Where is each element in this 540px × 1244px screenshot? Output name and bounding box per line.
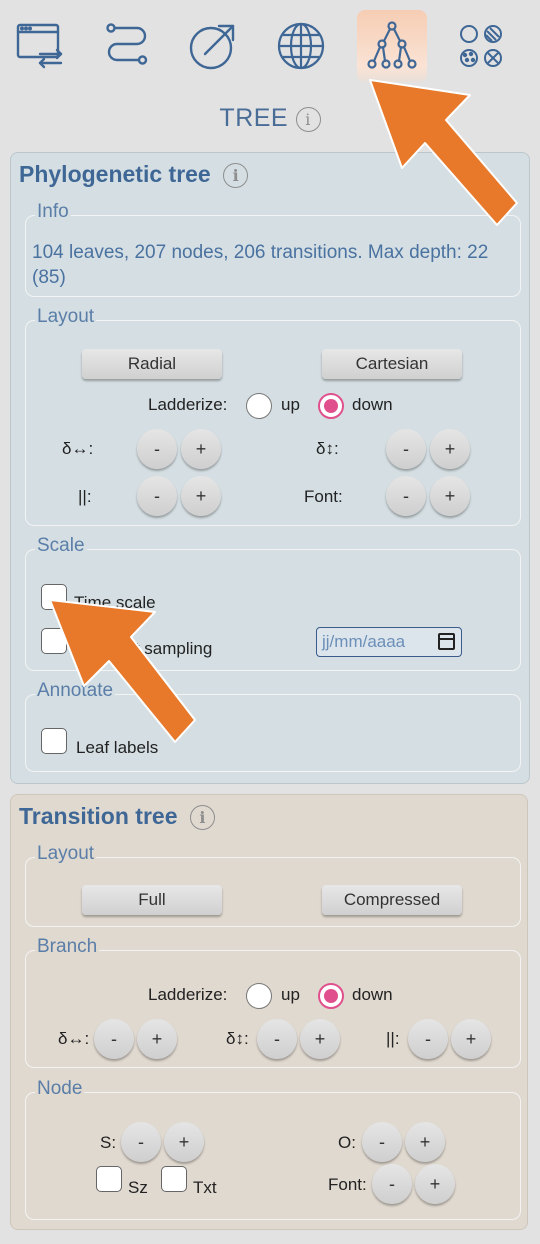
node-size-minus-button[interactable]: - <box>121 1122 161 1162</box>
branch-ladderize-label: Ladderize: <box>148 985 228 1004</box>
info-icon[interactable]: i <box>295 106 321 132</box>
phylogenetic-tree-panel: Phylogenetic tree i Info 104 leaves, 207… <box>10 152 530 784</box>
vertical-spacing-label: δ↕: <box>316 439 339 458</box>
branch-vertical-minus-button[interactable]: - <box>257 1019 297 1059</box>
compressed-button[interactable]: Compressed <box>322 885 462 915</box>
branch-horizontal-minus-button[interactable]: - <box>94 1019 134 1059</box>
full-button[interactable]: Full <box>82 885 222 915</box>
branch-ladderize-down-radio[interactable] <box>318 983 344 1009</box>
section-title: TREE i <box>0 104 540 133</box>
ladderize-up-label: up <box>281 395 300 414</box>
branch-horizontal-plus-button[interactable]: + <box>137 1019 177 1059</box>
tree-icon[interactable] <box>357 10 427 82</box>
annotate-fieldset: Annotate Leaf labels <box>25 680 521 772</box>
leaf-labels-checkbox[interactable] <box>41 728 67 754</box>
vertical-spacing-plus-button[interactable]: + <box>430 429 470 469</box>
layout-fieldset: Layout Radial Cartesian Ladderize: up do… <box>25 306 521 526</box>
horizontal-spacing-minus-button[interactable]: - <box>137 429 177 469</box>
date-placeholder: jj/mm/aaaa <box>322 632 406 651</box>
node-txt-checkbox[interactable] <box>161 1166 187 1192</box>
export-arrow-icon[interactable] <box>178 10 248 82</box>
ladderize-up-radio[interactable] <box>246 393 272 419</box>
ladderize-down-label: down <box>352 395 393 414</box>
patterns-icon[interactable] <box>446 10 516 82</box>
branch-ladderize-up-label: up <box>281 985 300 1004</box>
node-legend: Node <box>35 1078 85 1100</box>
horizontal-spacing-label: δ↔: <box>62 439 94 458</box>
info-icon[interactable]: i <box>223 163 249 189</box>
line-width-label: ||: <box>78 487 92 506</box>
globe-icon[interactable] <box>266 10 336 82</box>
node-sz-checkbox[interactable] <box>96 1166 122 1192</box>
time-scale-label: Time scale <box>74 593 156 612</box>
layout-legend: Layout <box>35 306 97 328</box>
cartesian-button[interactable]: Cartesian <box>322 349 462 379</box>
ladderize-down-radio[interactable] <box>318 393 344 419</box>
node-font-plus-button[interactable]: + <box>415 1164 455 1204</box>
tree-stats-text: 104 leaves, 207 nodes, 206 transitions. … <box>32 242 489 288</box>
transition-layout-fieldset: Layout Full Compressed <box>25 843 521 927</box>
recent-sampling-checkbox[interactable] <box>41 628 67 654</box>
font-size-plus-button[interactable]: + <box>430 476 470 516</box>
branch-ladderize-up-radio[interactable] <box>246 983 272 1009</box>
line-width-minus-button[interactable]: - <box>137 476 177 516</box>
branch-horizontal-label: δ↔: <box>58 1029 90 1048</box>
section-title-text: TREE <box>219 104 289 132</box>
node-outline-minus-button[interactable]: - <box>362 1122 402 1162</box>
branch-legend: Branch <box>35 936 100 958</box>
horizontal-spacing-plus-button[interactable]: + <box>181 429 221 469</box>
top-toolbar <box>0 0 540 90</box>
node-txt-label: Txt <box>193 1178 217 1197</box>
branch-ladderize-down-label: down <box>352 985 393 1004</box>
font-size-label: Font: <box>304 487 343 506</box>
branch-vertical-plus-button[interactable]: + <box>300 1019 340 1059</box>
vertical-spacing-minus-button[interactable]: - <box>386 429 426 469</box>
node-outline-label: O: <box>338 1133 356 1152</box>
recent-sampling-label: ecent sampling <box>98 639 213 658</box>
node-size-label: S: <box>100 1133 117 1152</box>
transition-tree-heading: Transition tree i <box>19 803 215 831</box>
font-size-minus-button[interactable]: - <box>386 476 426 516</box>
transition-layout-legend: Layout <box>35 843 97 865</box>
node-sz-label: Sz <box>128 1178 148 1197</box>
transition-tree-panel: Transition tree i Layout Full Compressed… <box>10 794 528 1230</box>
leaf-labels-label: Leaf labels <box>76 738 159 757</box>
scale-legend: Scale <box>35 535 87 557</box>
branch-vertical-label: δ↕: <box>226 1029 249 1048</box>
phylogenetic-tree-title: Phylogenetic tree <box>19 161 211 187</box>
window-transfer-icon[interactable] <box>6 10 76 82</box>
line-width-plus-button[interactable]: + <box>181 476 221 516</box>
info-icon[interactable]: i <box>189 805 215 831</box>
info-legend: Info <box>35 201 71 223</box>
calendar-icon[interactable] <box>438 633 455 650</box>
branch-width-label: ||: <box>386 1029 400 1048</box>
node-size-plus-button[interactable]: + <box>164 1122 204 1162</box>
scale-fieldset: Scale Time scale ecent sampling jj/mm/aa… <box>25 535 521 671</box>
branch-width-plus-button[interactable]: + <box>451 1019 491 1059</box>
path-icon[interactable] <box>92 10 162 82</box>
annotate-legend: Annotate <box>35 680 116 702</box>
time-scale-checkbox[interactable] <box>41 584 67 610</box>
branch-fieldset: Branch Ladderize: up down δ↔: - + δ↕: - … <box>25 936 521 1068</box>
phylogenetic-tree-heading: Phylogenetic tree i <box>19 161 249 189</box>
info-fieldset: Info 104 leaves, 207 nodes, 206 transiti… <box>25 201 521 297</box>
transition-tree-title: Transition tree <box>19 803 178 829</box>
sampling-date-input[interactable]: jj/mm/aaaa <box>316 627 462 657</box>
ladderize-label: Ladderize: <box>148 395 228 414</box>
node-outline-plus-button[interactable]: + <box>405 1122 445 1162</box>
node-font-minus-button[interactable]: - <box>372 1164 412 1204</box>
branch-width-minus-button[interactable]: - <box>408 1019 448 1059</box>
radial-button[interactable]: Radial <box>82 349 222 379</box>
node-fieldset: Node S: - + O: - + Sz Txt Font: - + <box>25 1078 521 1220</box>
node-font-label: Font: <box>328 1175 367 1194</box>
